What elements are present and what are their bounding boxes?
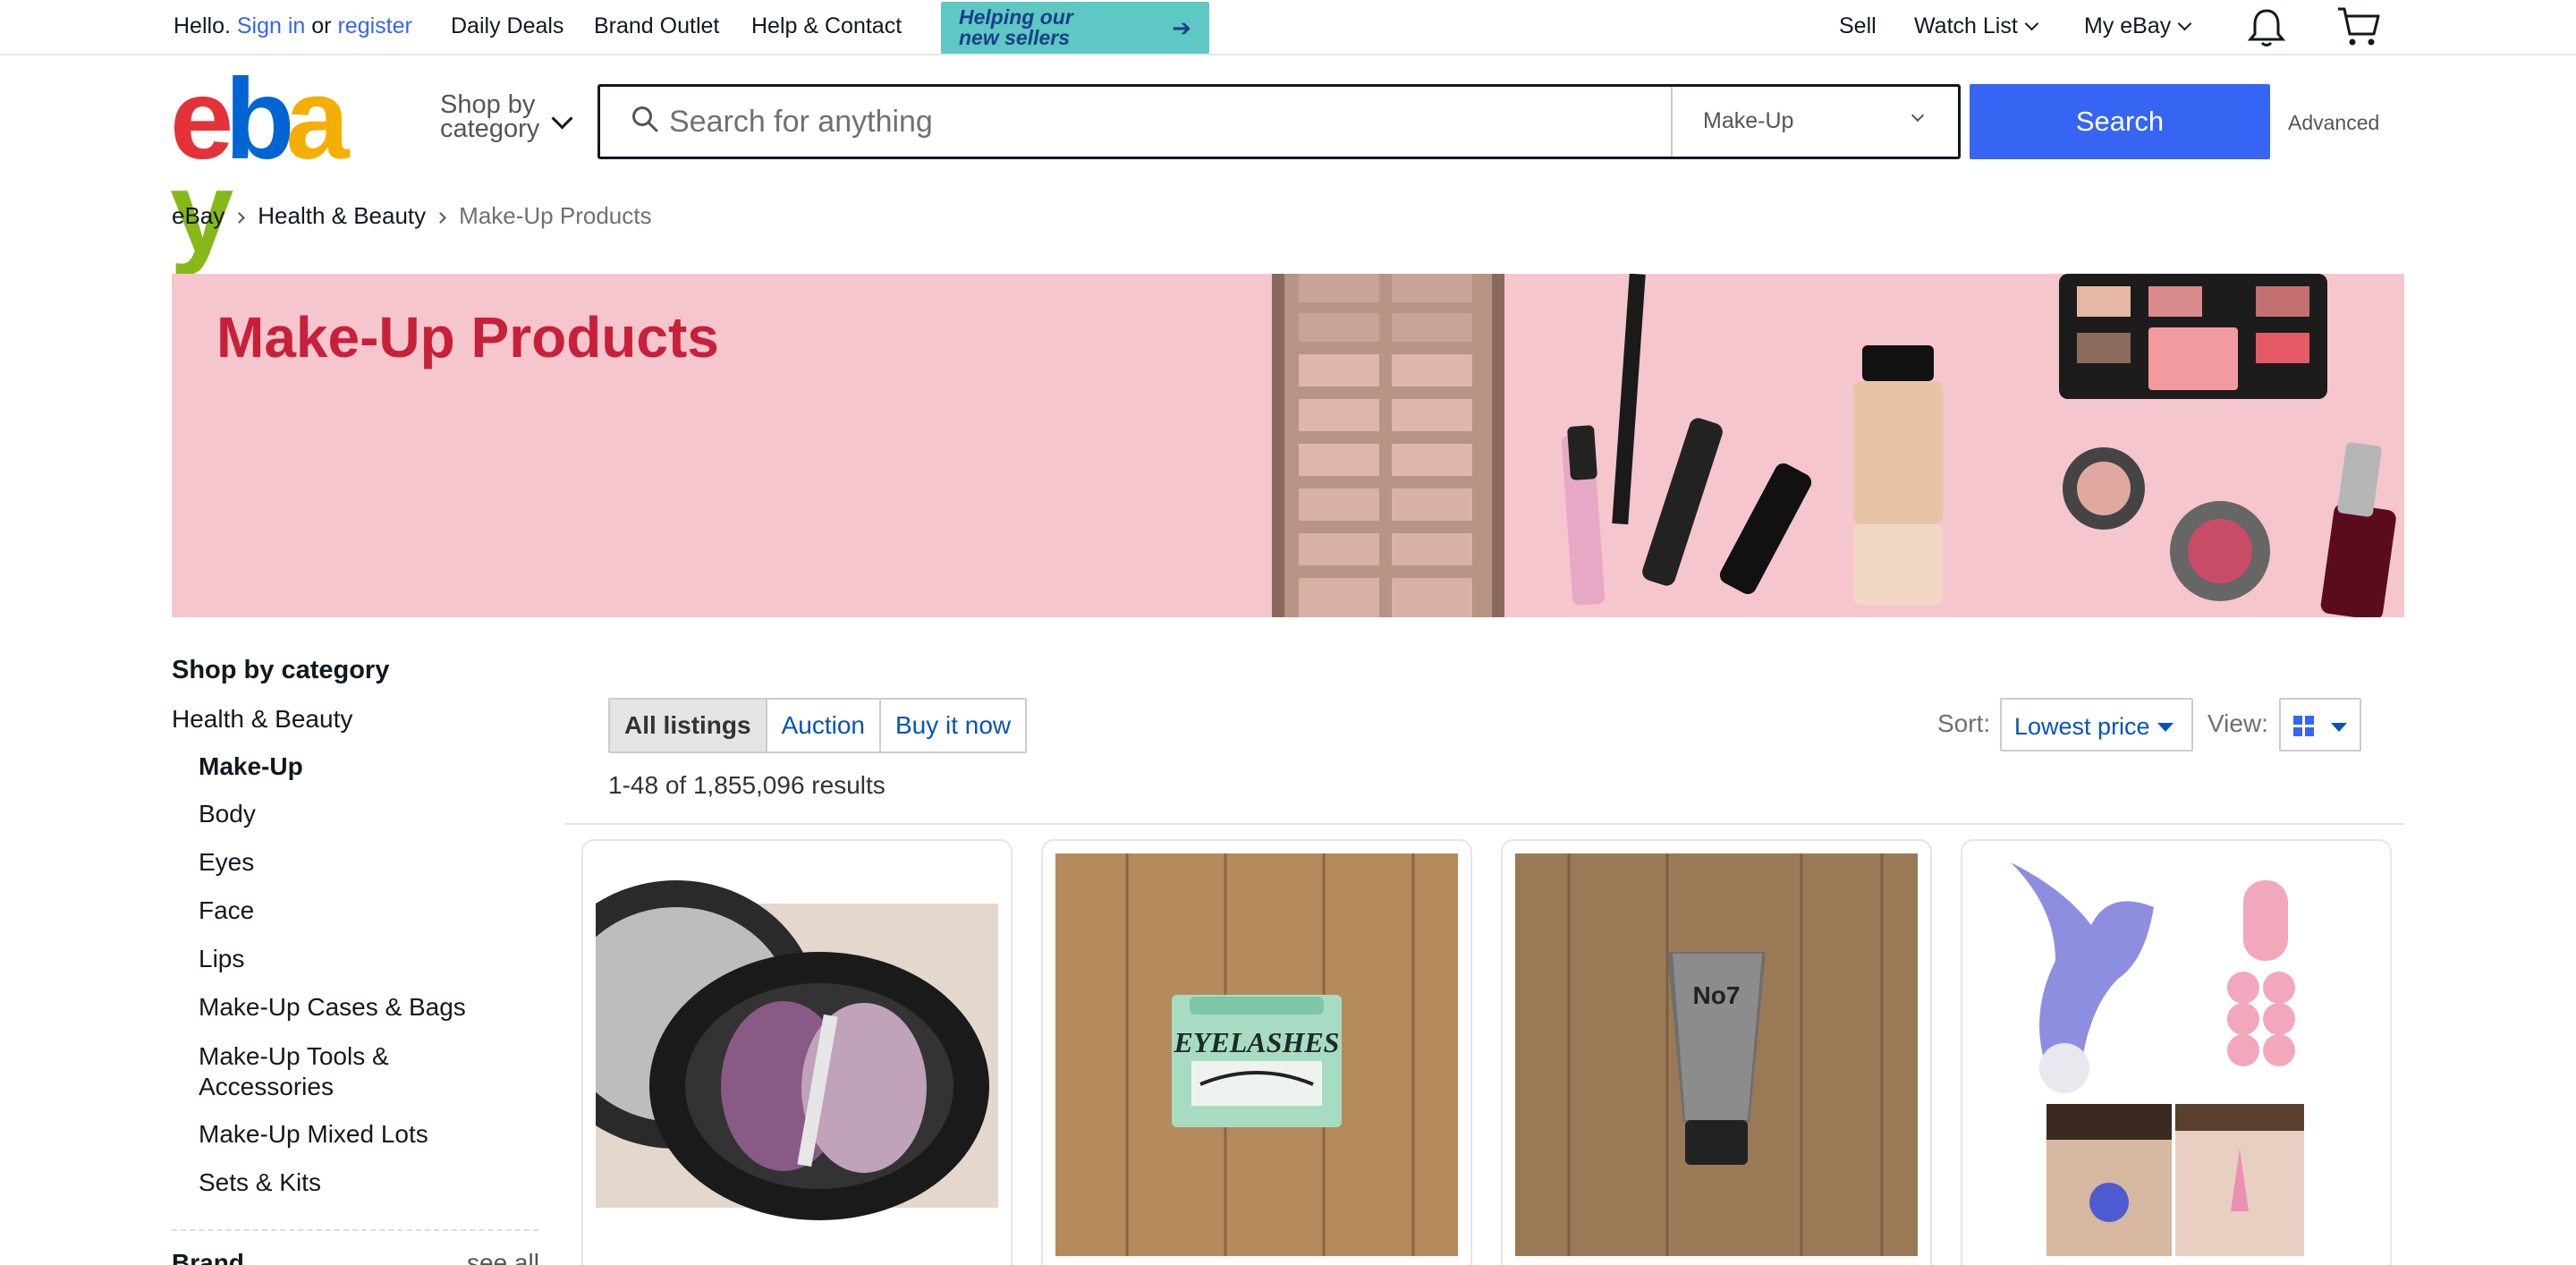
my-ebay-menu[interactable]: My eBay [2084, 13, 2192, 39]
sidebar-item-health-beauty[interactable]: Health & Beauty [172, 705, 352, 734]
sign-in-link[interactable]: Sign in [237, 13, 305, 38]
promo-banner[interactable]: Helping our new sellers ➔ [941, 2, 1209, 54]
page-title: Make-Up Products [216, 305, 719, 369]
sidebar-item-cases-bags[interactable]: Make-Up Cases & Bags [199, 993, 466, 1022]
search-input[interactable] [669, 93, 1653, 150]
listing-type-tabs: All listings Auction Buy it now [608, 698, 1028, 753]
eyeshadow-compact-image [596, 880, 998, 1220]
chevron-down-icon [2024, 16, 2039, 31]
category-select-value: Make-Up [1703, 108, 1794, 133]
product-card[interactable] [581, 839, 1013, 1265]
grid-view-icon [2293, 716, 2314, 736]
hello-text: Hello. [174, 13, 231, 38]
sidebar-item-sets-kits[interactable]: Sets & Kits [199, 1168, 321, 1197]
result-count: 1-48 of 1,855,096 results [608, 771, 886, 799]
chevron-right-icon [435, 212, 447, 224]
ebay-logo[interactable]: ebay [170, 63, 385, 270]
advanced-search-link[interactable]: Advanced [2288, 111, 2379, 135]
my-ebay-label: My eBay [2084, 13, 2172, 38]
daily-deals-link[interactable]: Daily Deals [451, 13, 564, 39]
watch-list-menu[interactable]: Watch List [1914, 13, 2039, 39]
sidebar-item-make-up: Make-Up [199, 752, 303, 780]
sidebar-item-lips[interactable]: Lips [199, 945, 244, 973]
brand-outlet-link[interactable]: Brand Outlet [594, 13, 719, 39]
product-image[interactable] [1975, 853, 2377, 1256]
sidebar-title: Shop by category [172, 656, 390, 684]
sidebar-item-body[interactable]: Body [199, 800, 256, 828]
caret-down-icon [2157, 723, 2174, 732]
sidebar-item-label: Accessories [199, 1073, 334, 1100]
sidebar-item-eyes[interactable]: Eyes [199, 848, 254, 877]
product-card[interactable]: No7 [1501, 839, 1932, 1265]
chevron-down-icon [1911, 108, 1925, 123]
tab-buy-it-now[interactable]: Buy it now [881, 700, 1025, 751]
product-card[interactable] [1961, 839, 2392, 1265]
product-card[interactable]: EYELASHES [1041, 839, 1472, 1265]
chevron-down-icon [2177, 16, 2192, 31]
chevron-right-icon [233, 212, 246, 224]
sidebar-item-tools-accessories[interactable]: Make-Up Tools & Accessories [199, 1041, 389, 1102]
register-link[interactable]: register [337, 13, 411, 38]
shop-by-line-2: category [440, 115, 540, 143]
no7-tube-image: No7 [1515, 853, 1918, 1256]
watch-list-label: Watch List [1914, 13, 2018, 38]
sidebar-item-face[interactable]: Face [199, 896, 254, 925]
category-select[interactable]: Make-Up [1671, 87, 1958, 157]
eyelashes-label: EYELASHES [1174, 1026, 1340, 1058]
nose-clip-image [2011, 862, 2304, 1256]
makeup-products-image [1272, 274, 2396, 617]
or-text: or [311, 13, 332, 38]
sidebar-item-label: Make-Up Tools & [199, 1042, 389, 1070]
promo-text: Helping our new sellers [959, 7, 1073, 48]
search-button[interactable]: Search [1970, 84, 2270, 159]
caret-down-icon [2331, 723, 2347, 732]
eyelashes-box-image: EYELASHES [1055, 853, 1458, 1256]
sidebar-divider [172, 1229, 538, 1231]
cart-icon[interactable] [2336, 5, 2381, 48]
view-dropdown[interactable] [2279, 698, 2361, 751]
product-image[interactable] [596, 853, 998, 1256]
chevron-down-icon [551, 107, 573, 130]
breadcrumb-ebay[interactable]: eBay [172, 202, 225, 229]
results-divider [565, 823, 2404, 825]
tab-all-listings[interactable]: All listings [610, 700, 767, 751]
search-icon [632, 106, 658, 132]
no7-label: No7 [1693, 981, 1741, 1009]
product-image[interactable]: No7 [1515, 853, 1918, 1256]
breadcrumb-health-beauty[interactable]: Health & Beauty [258, 202, 426, 229]
sort-label: Sort: [1937, 709, 1991, 737]
shop-by-category-button[interactable]: Shop by category [440, 90, 540, 143]
greeting: Hello. Sign in or register [174, 13, 412, 39]
view-label: View: [2207, 709, 2268, 737]
sort-dropdown[interactable]: Lowest price [2000, 698, 2193, 751]
bell-icon[interactable] [2247, 7, 2286, 48]
see-all-link[interactable]: see all [467, 1249, 539, 1265]
top-nav-bar: Hello. Sign in or register Daily Deals B… [0, 0, 2576, 55]
tab-auction[interactable]: Auction [767, 700, 881, 751]
sell-link[interactable]: Sell [1839, 13, 1877, 39]
promo-line-1: Helping our [959, 5, 1073, 29]
sort-value: Lowest price [2014, 713, 2150, 740]
help-contact-link[interactable]: Help & Contact [751, 13, 902, 39]
brand-filter-heading: Brand [172, 1249, 244, 1265]
arrow-right-icon: ➔ [1172, 14, 1191, 41]
shop-by-line-1: Shop by [440, 90, 536, 119]
promo-line-2: new sellers [959, 26, 1071, 49]
category-banner: Make-Up Products [172, 274, 2404, 617]
product-image[interactable]: EYELASHES [1055, 853, 1458, 1256]
breadcrumb: eBay Health & Beauty Make-Up Products [172, 202, 651, 230]
breadcrumb-current: Make-Up Products [459, 202, 652, 229]
sidebar-item-mixed-lots[interactable]: Make-Up Mixed Lots [199, 1120, 428, 1149]
